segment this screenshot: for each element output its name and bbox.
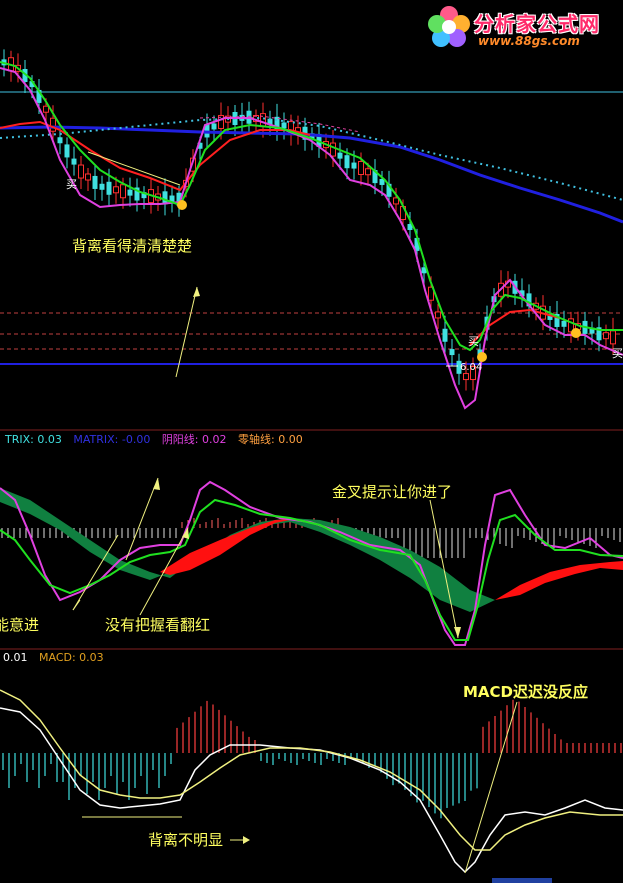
candle <box>85 173 91 181</box>
arrow-trix-1-tip <box>72 599 81 611</box>
buy-marker-2 <box>477 352 487 362</box>
candle <box>365 168 371 176</box>
candle <box>344 155 350 169</box>
arrow-head-trix-2 <box>153 478 160 490</box>
bottom-scroll-marker <box>492 878 552 883</box>
candle <box>92 175 98 189</box>
arrow-head-macd-small <box>243 836 250 844</box>
annotation-macd-slow: MACD迟迟没反应 <box>463 683 588 701</box>
candle <box>463 373 469 381</box>
buy-marker-3 <box>571 328 581 338</box>
candle <box>211 123 217 130</box>
candle <box>337 152 343 159</box>
trix-band-red-2 <box>495 561 623 600</box>
candlesticks <box>1 49 616 391</box>
annotation-divergence-unclear: 背离不明显 <box>148 831 223 849</box>
candle <box>120 184 126 199</box>
trix-header: TRIX: 0.03 MATRIX: -0.00 阴阳线: 0.02 零轴线: … <box>4 432 303 446</box>
zero-value: 零轴线: 0.00 <box>238 432 303 446</box>
diff-value: 0.01 <box>3 651 28 664</box>
candle <box>351 162 357 169</box>
matrix-value: MATRIX: -0.00 <box>73 433 150 446</box>
macd-header: 0.01 MACD: 0.03 <box>3 651 104 664</box>
arrow-head-golden-cross <box>454 627 461 638</box>
candle <box>393 197 399 205</box>
candle <box>281 122 287 129</box>
candle <box>603 332 609 340</box>
candle <box>442 328 448 342</box>
candle <box>71 158 77 165</box>
stock-chart: 买 买 买 6.04 背离看得清清楚楚 TRIX: 0.03 MATRIX: -… <box>0 49 623 883</box>
candle <box>127 189 133 196</box>
candle <box>358 161 364 176</box>
buy-label-3: 买 <box>612 347 623 360</box>
buy-label-1: 买 <box>66 178 77 191</box>
low-price-label: 6.04 <box>460 362 482 373</box>
candle <box>561 320 567 327</box>
candle <box>64 144 70 158</box>
macd-value: MACD: 0.03 <box>39 651 104 664</box>
annotation-left-cut: 能意进 <box>0 616 39 634</box>
candle <box>57 137 63 144</box>
candle <box>106 181 112 195</box>
candle <box>435 311 441 319</box>
macd-diff-line <box>0 707 623 874</box>
trix-line <box>0 480 623 646</box>
candle <box>610 330 616 345</box>
annotation-no-confidence: 没有把握看翻红 <box>105 616 210 634</box>
buy-label-2: 买 <box>468 335 479 348</box>
arrow-head-price <box>193 287 200 297</box>
candle <box>50 117 56 132</box>
arrow-macd <box>464 701 518 874</box>
ma-red-line-2 <box>469 308 561 346</box>
buy-marker-1 <box>177 200 187 210</box>
candle <box>113 186 119 194</box>
annotation-golden-cross: 金叉提示让你进了 <box>332 483 452 501</box>
annotation-divergence-clear: 背离看得清清楚楚 <box>72 237 192 255</box>
candle <box>330 142 336 157</box>
candle <box>99 183 105 190</box>
yinyang-value: 阴阳线: 0.02 <box>162 432 227 446</box>
trix-value: TRIX: 0.03 <box>4 433 62 446</box>
macd-histogram <box>2 699 622 819</box>
candle <box>449 349 455 356</box>
candle <box>260 113 266 128</box>
candle <box>43 105 49 113</box>
candle <box>78 164 84 179</box>
